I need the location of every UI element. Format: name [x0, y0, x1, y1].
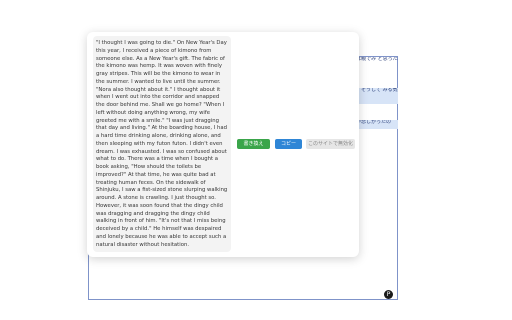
translation-text: "I thought I was going to die." On New Y…	[96, 40, 228, 248]
replace-button[interactable]: 書き換え	[237, 139, 270, 149]
extension-logo-icon[interactable]: P	[384, 290, 393, 299]
translation-popup: "I thought I was going to die." On New Y…	[87, 32, 359, 257]
copy-button[interactable]: コピー	[275, 139, 302, 149]
background-text-snippet: は親でみ と思った。	[356, 57, 398, 62]
background-text-snippet: 、そうして みる気持 か、疲れた	[356, 88, 398, 104]
background-text-snippet: が悲しかったの	[356, 120, 398, 129]
disable-on-site-button[interactable]: このサイトで無効化	[306, 139, 355, 149]
translation-text-panel: "I thought I was going to die." On New Y…	[93, 36, 231, 252]
